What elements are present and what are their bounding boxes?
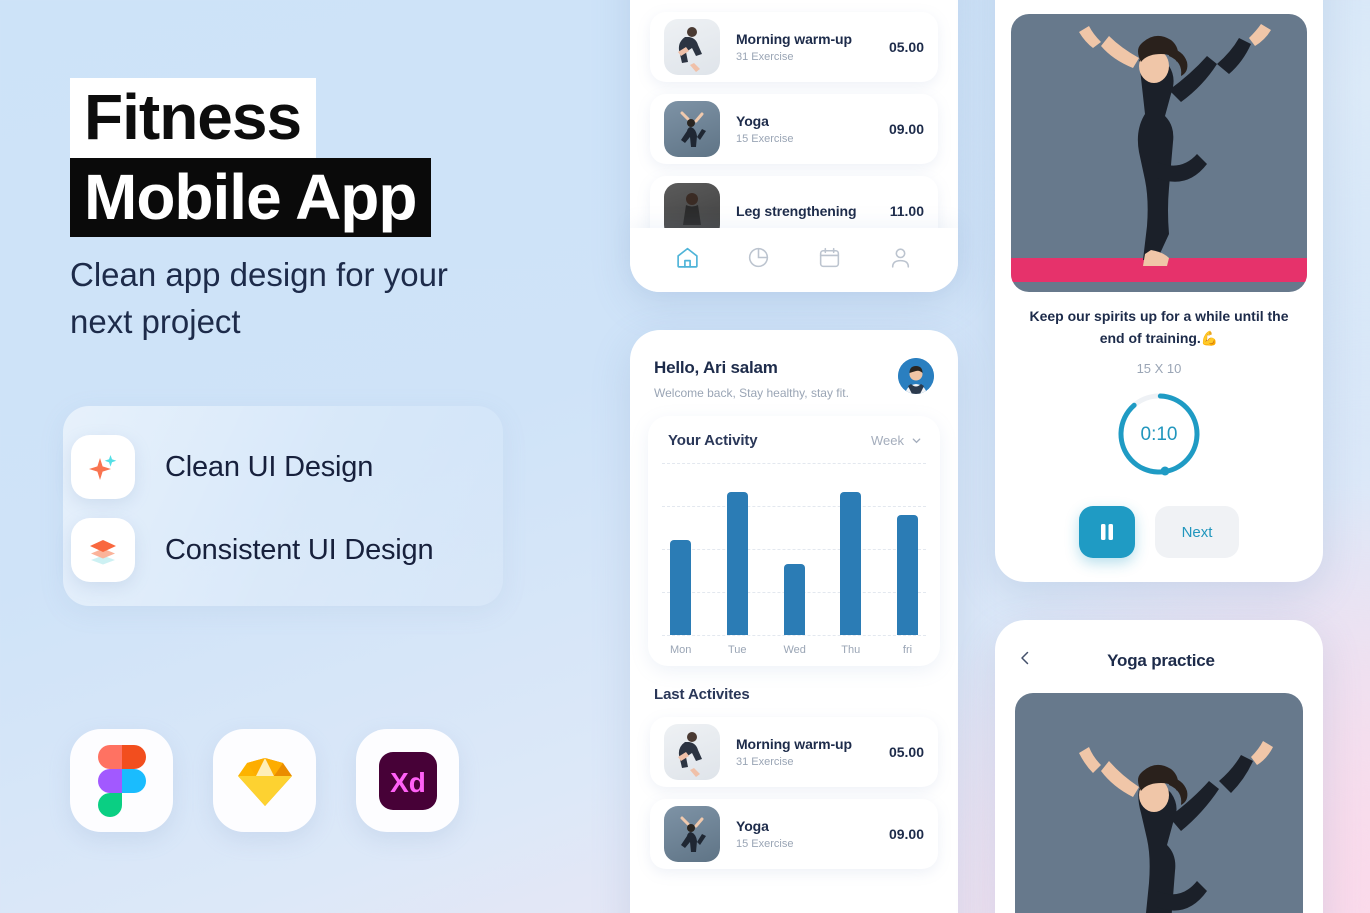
exercise-time: 05.00 (888, 744, 924, 760)
timer-controls: Next (995, 480, 1323, 559)
activity-chart-card: Your Activity Week Mon Tue Wed Thu fri (648, 416, 940, 666)
next-button[interactable]: Next (1155, 506, 1239, 559)
list-item[interactable]: Morning warm-up 31 Exercise 05.00 (650, 717, 938, 787)
yoga-pose-image (1015, 693, 1303, 913)
reps-label: 15 X 10 (1136, 361, 1182, 377)
yoga-page-title: Yoga practice (1107, 650, 1215, 670)
feature-item-clean-ui[interactable]: Clean UI Design (71, 435, 373, 499)
timer-value: 0:10 (1141, 424, 1178, 445)
chart-x-label: Wed (783, 644, 806, 656)
exercise-title: Morning warm-up (736, 736, 852, 752)
feature-label: Clean UI Design (165, 450, 374, 483)
chart-bar (726, 492, 748, 635)
avatar[interactable] (898, 358, 934, 394)
tool-icon-list: Xd (70, 729, 459, 832)
chart-header: Your Activity Week (662, 432, 926, 449)
pause-icon (1101, 524, 1113, 541)
chart-x-label: Tue (727, 644, 747, 656)
yoga-header: Yoga practice (995, 620, 1323, 671)
exercise-subtitle: 31 Exercise (736, 756, 794, 768)
list-item-text: Leg strengthening (736, 203, 890, 219)
hero-subtitle: Clean app design for your next project (70, 256, 448, 340)
timer-progress-ring: 0:10 (995, 376, 1323, 480)
motivational-text: Keep our spirits up for a while until th… (1029, 308, 1289, 346)
feature-label: Consistent UI Design (165, 533, 434, 566)
chart-bar (783, 564, 805, 635)
phone-mockup-dashboard: Hello, Ari salam Welcome back, Stay heal… (630, 330, 958, 913)
chart-pie-icon (748, 247, 769, 268)
exercise-subtitle: 15 Exercise (736, 838, 794, 850)
chart-range-selector[interactable]: Week (871, 433, 922, 448)
chart-range-label: Week (871, 433, 904, 448)
bar-chart-plot (662, 463, 926, 636)
exercise-subtitle: 31 Exercise (736, 51, 794, 63)
exercise-hero-image (1011, 14, 1307, 292)
exercise-title: Yoga (736, 113, 769, 129)
phone-mockup-yoga-practice: Yoga practice (995, 620, 1323, 913)
page-title: Fitness Mobile App (70, 78, 432, 238)
chart-x-label: Mon (670, 644, 692, 656)
sketch-icon[interactable] (213, 729, 316, 832)
nav-item-statistics[interactable] (746, 245, 771, 275)
adobe-xd-icon[interactable]: Xd (356, 729, 459, 832)
nav-item-schedule[interactable] (817, 245, 842, 275)
pause-button[interactable] (1079, 506, 1135, 559)
exercise-time: 09.00 (888, 826, 924, 842)
exercise-time: 09.00 (888, 121, 924, 137)
chart-title: Your Activity (668, 432, 758, 449)
list-item-text: Yoga 15 Exercise (736, 818, 889, 850)
greeting-name: Hello, Ari salam (654, 358, 778, 377)
chart-x-label: Thu (841, 644, 861, 656)
svg-text:Xd: Xd (390, 767, 426, 798)
figma-icon[interactable] (70, 729, 173, 832)
exercise-thumbnail (664, 19, 720, 75)
exercise-title: Yoga (736, 818, 769, 834)
list-item[interactable]: Yoga 15 Exercise 09.00 (650, 94, 938, 164)
title-line-two: Mobile App (70, 157, 432, 238)
chart-bar (670, 540, 691, 635)
hero-panel: Fitness Mobile App Clean app design for … (0, 0, 630, 913)
exercise-time: 11.00 (889, 203, 924, 219)
chart-x-axis-labels: Mon Tue Wed Thu fri (662, 635, 926, 656)
chart-bar (897, 514, 918, 635)
calendar-icon (819, 247, 840, 268)
bottom-navigation-bar (630, 228, 958, 292)
list-item-text: Yoga 15 Exercise (736, 113, 889, 145)
list-item-text: Morning warm-up 31 Exercise (736, 736, 889, 768)
list-item-text: Morning warm-up 31 Exercise (736, 31, 889, 63)
list-item[interactable]: Yoga 15 Exercise 09.00 (650, 799, 938, 869)
nav-item-home[interactable] (675, 245, 700, 275)
exercise-subtitle: 15 Exercise (736, 133, 794, 145)
chart-gridline (662, 635, 926, 636)
phone-mockup-timer: Keep our spirits up for a while until th… (995, 0, 1323, 582)
last-activities-title: Last Activites (654, 686, 750, 703)
greeting-subtitle: Welcome back, Stay healthy, stay fit. (654, 386, 849, 400)
chart-bars (670, 463, 918, 635)
title-line-one: Fitness (70, 78, 317, 158)
layers-icon (71, 518, 135, 582)
exercise-title: Leg strengthening (736, 203, 857, 219)
list-item[interactable]: Morning warm-up 31 Exercise 05.00 (650, 12, 938, 82)
profile-icon (891, 248, 910, 268)
sparkle-icon (71, 435, 135, 499)
exercise-thumbnail (664, 724, 720, 780)
chart-x-label: fri (902, 644, 913, 656)
exercise-thumbnail (664, 101, 720, 157)
chart-bar (840, 492, 862, 635)
nav-item-profile[interactable] (888, 245, 913, 275)
phone-mockup-exercise-list: Morning warm-up 31 Exercise 05.00 Yoga 1… (630, 0, 958, 292)
home-icon (677, 247, 698, 268)
exercise-time: 05.00 (888, 39, 924, 55)
exercise-title: Morning warm-up (736, 31, 852, 47)
feature-item-consistent-ui[interactable]: Consistent UI Design (71, 518, 434, 582)
chevron-down-icon (912, 438, 921, 444)
dashboard-header: Hello, Ari salam Welcome back, Stay heal… (630, 330, 958, 400)
feature-card: Clean UI Design Consistent UI Design (63, 406, 503, 606)
exercise-thumbnail (664, 806, 720, 862)
